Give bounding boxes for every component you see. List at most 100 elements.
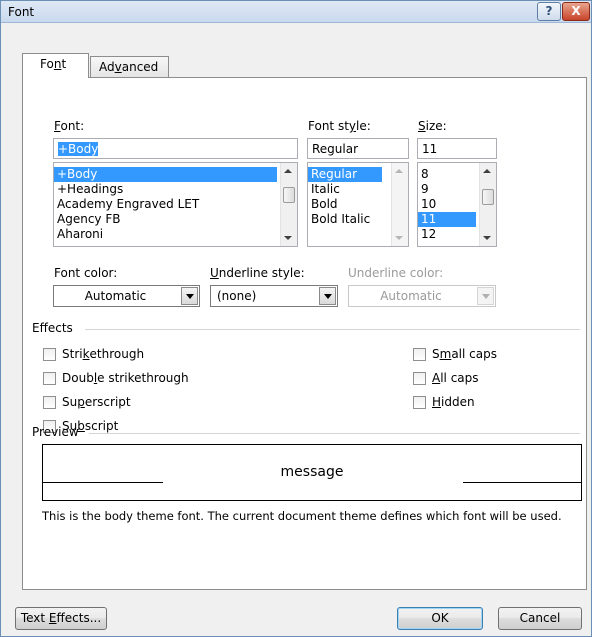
preview-heading: Preview (32, 425, 79, 439)
font-style-list[interactable]: Regular Italic Bold Bold Italic (307, 162, 409, 247)
all-caps-label-end: ll caps (440, 371, 479, 385)
scroll-down-icon[interactable] (483, 236, 491, 240)
superscript-label: Su (62, 395, 78, 409)
hidden-checkbox[interactable]: Hidden (413, 395, 475, 409)
preview-divider (89, 433, 580, 434)
size-label-text: ize: (425, 119, 447, 133)
checkbox-box[interactable] (43, 395, 56, 409)
font-list-item-academy-engraved[interactable]: Academy Engraved LET (54, 197, 297, 212)
font-list[interactable]: +Body +Headings Academy Engraved LET Age… (53, 162, 298, 247)
font-dialog: Font ? X Font Advanced Font: +Body +Body… (0, 0, 592, 637)
underline-color-dropdown[interactable]: Automatic (348, 285, 496, 307)
font-tab-panel: Font: +Body +Body +Headings Academy Engr… (22, 77, 587, 590)
scroll-down-icon[interactable] (284, 236, 292, 240)
underline-color-value: Automatic (380, 289, 442, 303)
font-style-label-text: Font st (308, 119, 349, 133)
superscript-mnemonic: p (77, 395, 85, 409)
title-bar: Font ? X (1, 1, 591, 23)
all-caps-checkbox[interactable]: All caps (413, 371, 479, 385)
text-effects-mnemonic: E (48, 611, 57, 625)
font-list-scroll-thumb[interactable] (283, 187, 295, 203)
close-button[interactable]: X (562, 2, 590, 21)
font-style-label-mnemonic: y (348, 119, 357, 133)
small-caps-mnemonic: m (439, 347, 452, 361)
checkbox-box[interactable] (43, 371, 56, 385)
checkbox-box[interactable] (413, 371, 426, 385)
double-strikethrough-label-end: e strikethrough (97, 371, 189, 385)
tab-font[interactable]: Font (22, 53, 89, 78)
font-color-label: Font color: (54, 266, 118, 280)
ok-button[interactable]: OK (397, 607, 483, 630)
superscript-checkbox[interactable]: Su p erscript (43, 395, 131, 409)
strikethrough-checkbox[interactable]: Stri k ethrough (43, 347, 144, 361)
chevron-down-icon (186, 294, 194, 299)
font-list-item-agency-fb[interactable]: Agency FB (54, 212, 297, 227)
font-color-dropdown[interactable]: Automatic (53, 285, 200, 307)
font-style-label-end: le: (356, 119, 371, 133)
tab-advanced[interactable]: Advanced (90, 56, 169, 78)
underline-color-label: Underline color: (348, 266, 444, 280)
size-list[interactable]: 8 9 10 11 12 (417, 162, 497, 247)
strikethrough-mnemonic: k (82, 347, 90, 361)
size-label-mnemonic: S (418, 119, 426, 133)
subscript-label-end: script (84, 419, 119, 433)
underline-color-dropdown-button[interactable] (477, 287, 494, 305)
effects-heading: Effects (32, 321, 73, 335)
checkbox-box[interactable] (413, 395, 426, 409)
underline-style-dropdown-button[interactable] (319, 287, 336, 305)
tab-font-label: Fo (40, 57, 54, 71)
cancel-button[interactable]: Cancel (498, 607, 582, 630)
font-color-value: Automatic (84, 289, 147, 303)
text-effects-button[interactable]: Text Effects... (15, 607, 107, 630)
double-strikethrough-checkbox[interactable]: Doub l e strikethrough (43, 371, 189, 385)
size-list-scrollbar[interactable] (479, 163, 496, 246)
underline-style-value: (none) (217, 289, 257, 303)
help-button[interactable]: ? (537, 2, 561, 21)
tab-advanced-mnemonic: v (114, 60, 122, 74)
window-title: Font (8, 5, 35, 19)
font-label-text: ont: (60, 119, 85, 133)
font-list-item-headings[interactable]: +Headings (54, 182, 297, 197)
all-caps-mnemonic: A (432, 371, 441, 385)
preview-line-left (43, 482, 163, 483)
font-name-input[interactable]: +Body (53, 138, 298, 159)
font-style-input[interactable]: Regular (307, 138, 409, 159)
small-caps-label: S (432, 347, 440, 361)
preview-description: This is the body theme font. The current… (42, 509, 562, 523)
underline-style-label-mnemonic: U (210, 266, 219, 280)
effects-divider (85, 329, 580, 330)
size-list-scroll-thumb[interactable] (482, 189, 494, 205)
size-value: 11 (422, 142, 438, 156)
help-icon: ? (545, 4, 553, 18)
superscript-label-end: erscript (84, 395, 131, 409)
underline-style-label-text: nderline style: (218, 266, 305, 280)
scroll-up-icon[interactable] (284, 169, 292, 173)
checkbox-box[interactable] (413, 347, 426, 361)
font-list-scrollbar[interactable] (280, 163, 297, 246)
double-strikethrough-label: Doub (62, 371, 94, 385)
hidden-mnemonic: H (432, 395, 442, 409)
small-caps-checkbox[interactable]: Sm all caps (413, 347, 497, 361)
tab-advanced-label-end: anced (121, 60, 159, 74)
underline-style-dropdown[interactable]: (none) (210, 285, 338, 307)
tab-advanced-label: Ad (99, 60, 115, 74)
font-list-item-aharoni[interactable]: Aharoni (54, 227, 297, 242)
scroll-down-icon[interactable] (395, 236, 403, 240)
text-effects-label-end: ffects... (56, 611, 102, 625)
checkbox-box[interactable] (43, 347, 56, 361)
size-item-11[interactable]: 11 (418, 212, 476, 227)
size-input[interactable]: 11 (417, 138, 497, 159)
hidden-label-end: idden (441, 395, 475, 409)
font-style-scrollbar[interactable] (391, 163, 408, 246)
preview-sample-text: message (280, 464, 344, 480)
scroll-up-icon[interactable] (395, 169, 403, 173)
scroll-up-icon[interactable] (483, 169, 491, 173)
preview-box: message (42, 444, 582, 501)
font-color-dropdown-button[interactable] (181, 287, 198, 305)
strikethrough-label: Stri (62, 347, 83, 361)
font-list-item-body[interactable]: +Body (54, 167, 277, 182)
font-label: Font: (54, 119, 84, 133)
chevron-down-icon (324, 294, 332, 299)
font-name-value: +Body (58, 142, 99, 156)
font-style-item-regular[interactable]: Regular (308, 167, 382, 182)
